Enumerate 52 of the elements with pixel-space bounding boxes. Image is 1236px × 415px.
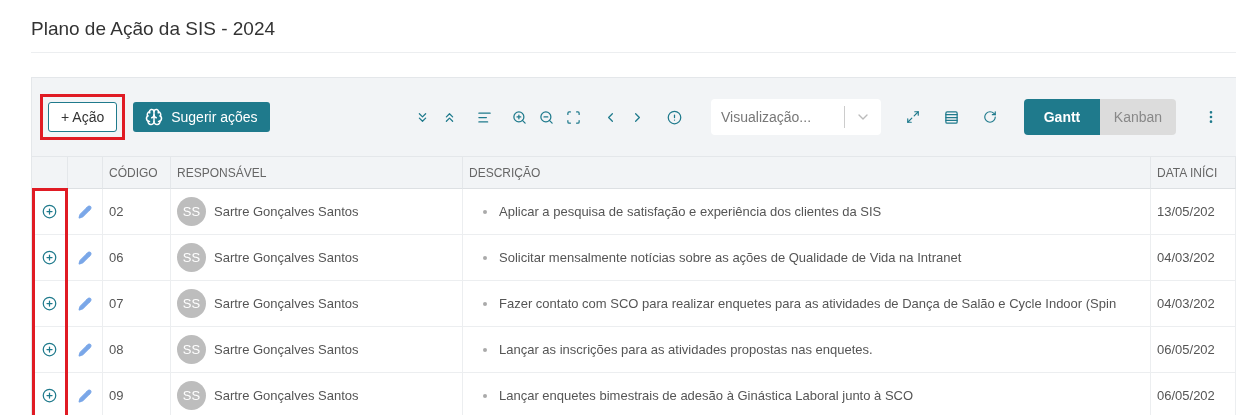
page-title: Plano de Ação da SIS - 2024 (31, 18, 1236, 53)
add-icon[interactable] (42, 296, 57, 311)
table-cell: Lançar enquetes bimestrais de adesão à Ginástica Laboral junto à SCO (499, 388, 914, 403)
suggest-actions-button[interactable]: Sugerir ações (133, 102, 270, 132)
table-cell: 04/03/202 (1151, 281, 1236, 327)
avatar: SS (177, 335, 206, 364)
view-select[interactable]: Visualização... (711, 99, 881, 135)
table-cell: Sartre Gonçalves Santos (214, 250, 359, 265)
table-cell: 06 (103, 235, 171, 281)
table-cell: 07 (103, 281, 171, 327)
table-cell: 06/05/202 (1151, 327, 1236, 373)
brain-icon (145, 108, 164, 126)
table-cell: Sartre Gonçalves Santos (214, 204, 359, 219)
avatar: SS (177, 197, 206, 226)
bullet-icon (483, 393, 487, 398)
table-cell: 02 (103, 189, 171, 235)
view-tab[interactable]: Gantt (1024, 99, 1100, 135)
avatar: SS (177, 243, 206, 272)
column-header: DATA INÍCI (1151, 157, 1236, 189)
add-icon[interactable] (42, 342, 57, 357)
avatar: SS (177, 289, 206, 318)
column-header: DESCRIÇÃO (463, 157, 1151, 189)
edit-icon[interactable] (78, 342, 92, 357)
add-icon[interactable] (42, 204, 57, 219)
table-cell: Fazer contato com SCO para realizar enquetes para as atividades de Dança de Salão e Cycle Indoor (Spin (499, 296, 1117, 311)
avatar: SS (177, 381, 206, 410)
column-header: CÓDIGO (103, 157, 171, 189)
table-cell: 13/05/202 (1151, 189, 1236, 235)
add-icon[interactable] (42, 388, 57, 403)
table-cell: Sartre Gonçalves Santos (214, 296, 359, 311)
table-cell: 06/05/202 (1151, 373, 1236, 415)
edit-icon[interactable] (78, 204, 92, 219)
bullet-icon (483, 301, 487, 306)
bullet-icon (483, 209, 487, 214)
table-cell: Sartre Gonçalves Santos (214, 342, 359, 357)
add-action-button[interactable]: + Ação (48, 102, 118, 132)
table-cell: Lançar as inscrições para as atividades propostas nas enquetes. (499, 342, 873, 357)
view-tab[interactable]: Kanban (1100, 99, 1176, 135)
table-cell: 08 (103, 327, 171, 373)
edit-icon[interactable] (78, 296, 92, 311)
edit-icon[interactable] (78, 388, 92, 403)
bullet-icon (483, 347, 487, 352)
table-cell: Aplicar a pesquisa de satisfação e experiência dos clientes da SIS (499, 204, 882, 219)
add-icon[interactable] (42, 250, 57, 265)
edit-icon[interactable] (78, 250, 92, 265)
table-cell: Sartre Gonçalves Santos (214, 388, 359, 403)
table-cell: Solicitar mensalmente notícias sobre as ações de Qualidade de Vida na Intranet (499, 250, 962, 265)
column-header: RESPONSÁVEL (171, 157, 463, 189)
table-cell: 09 (103, 373, 171, 415)
input-field[interactable]: Visualização... (711, 109, 844, 125)
bullet-icon (483, 255, 487, 260)
table-cell: 04/03/202 (1151, 235, 1236, 281)
